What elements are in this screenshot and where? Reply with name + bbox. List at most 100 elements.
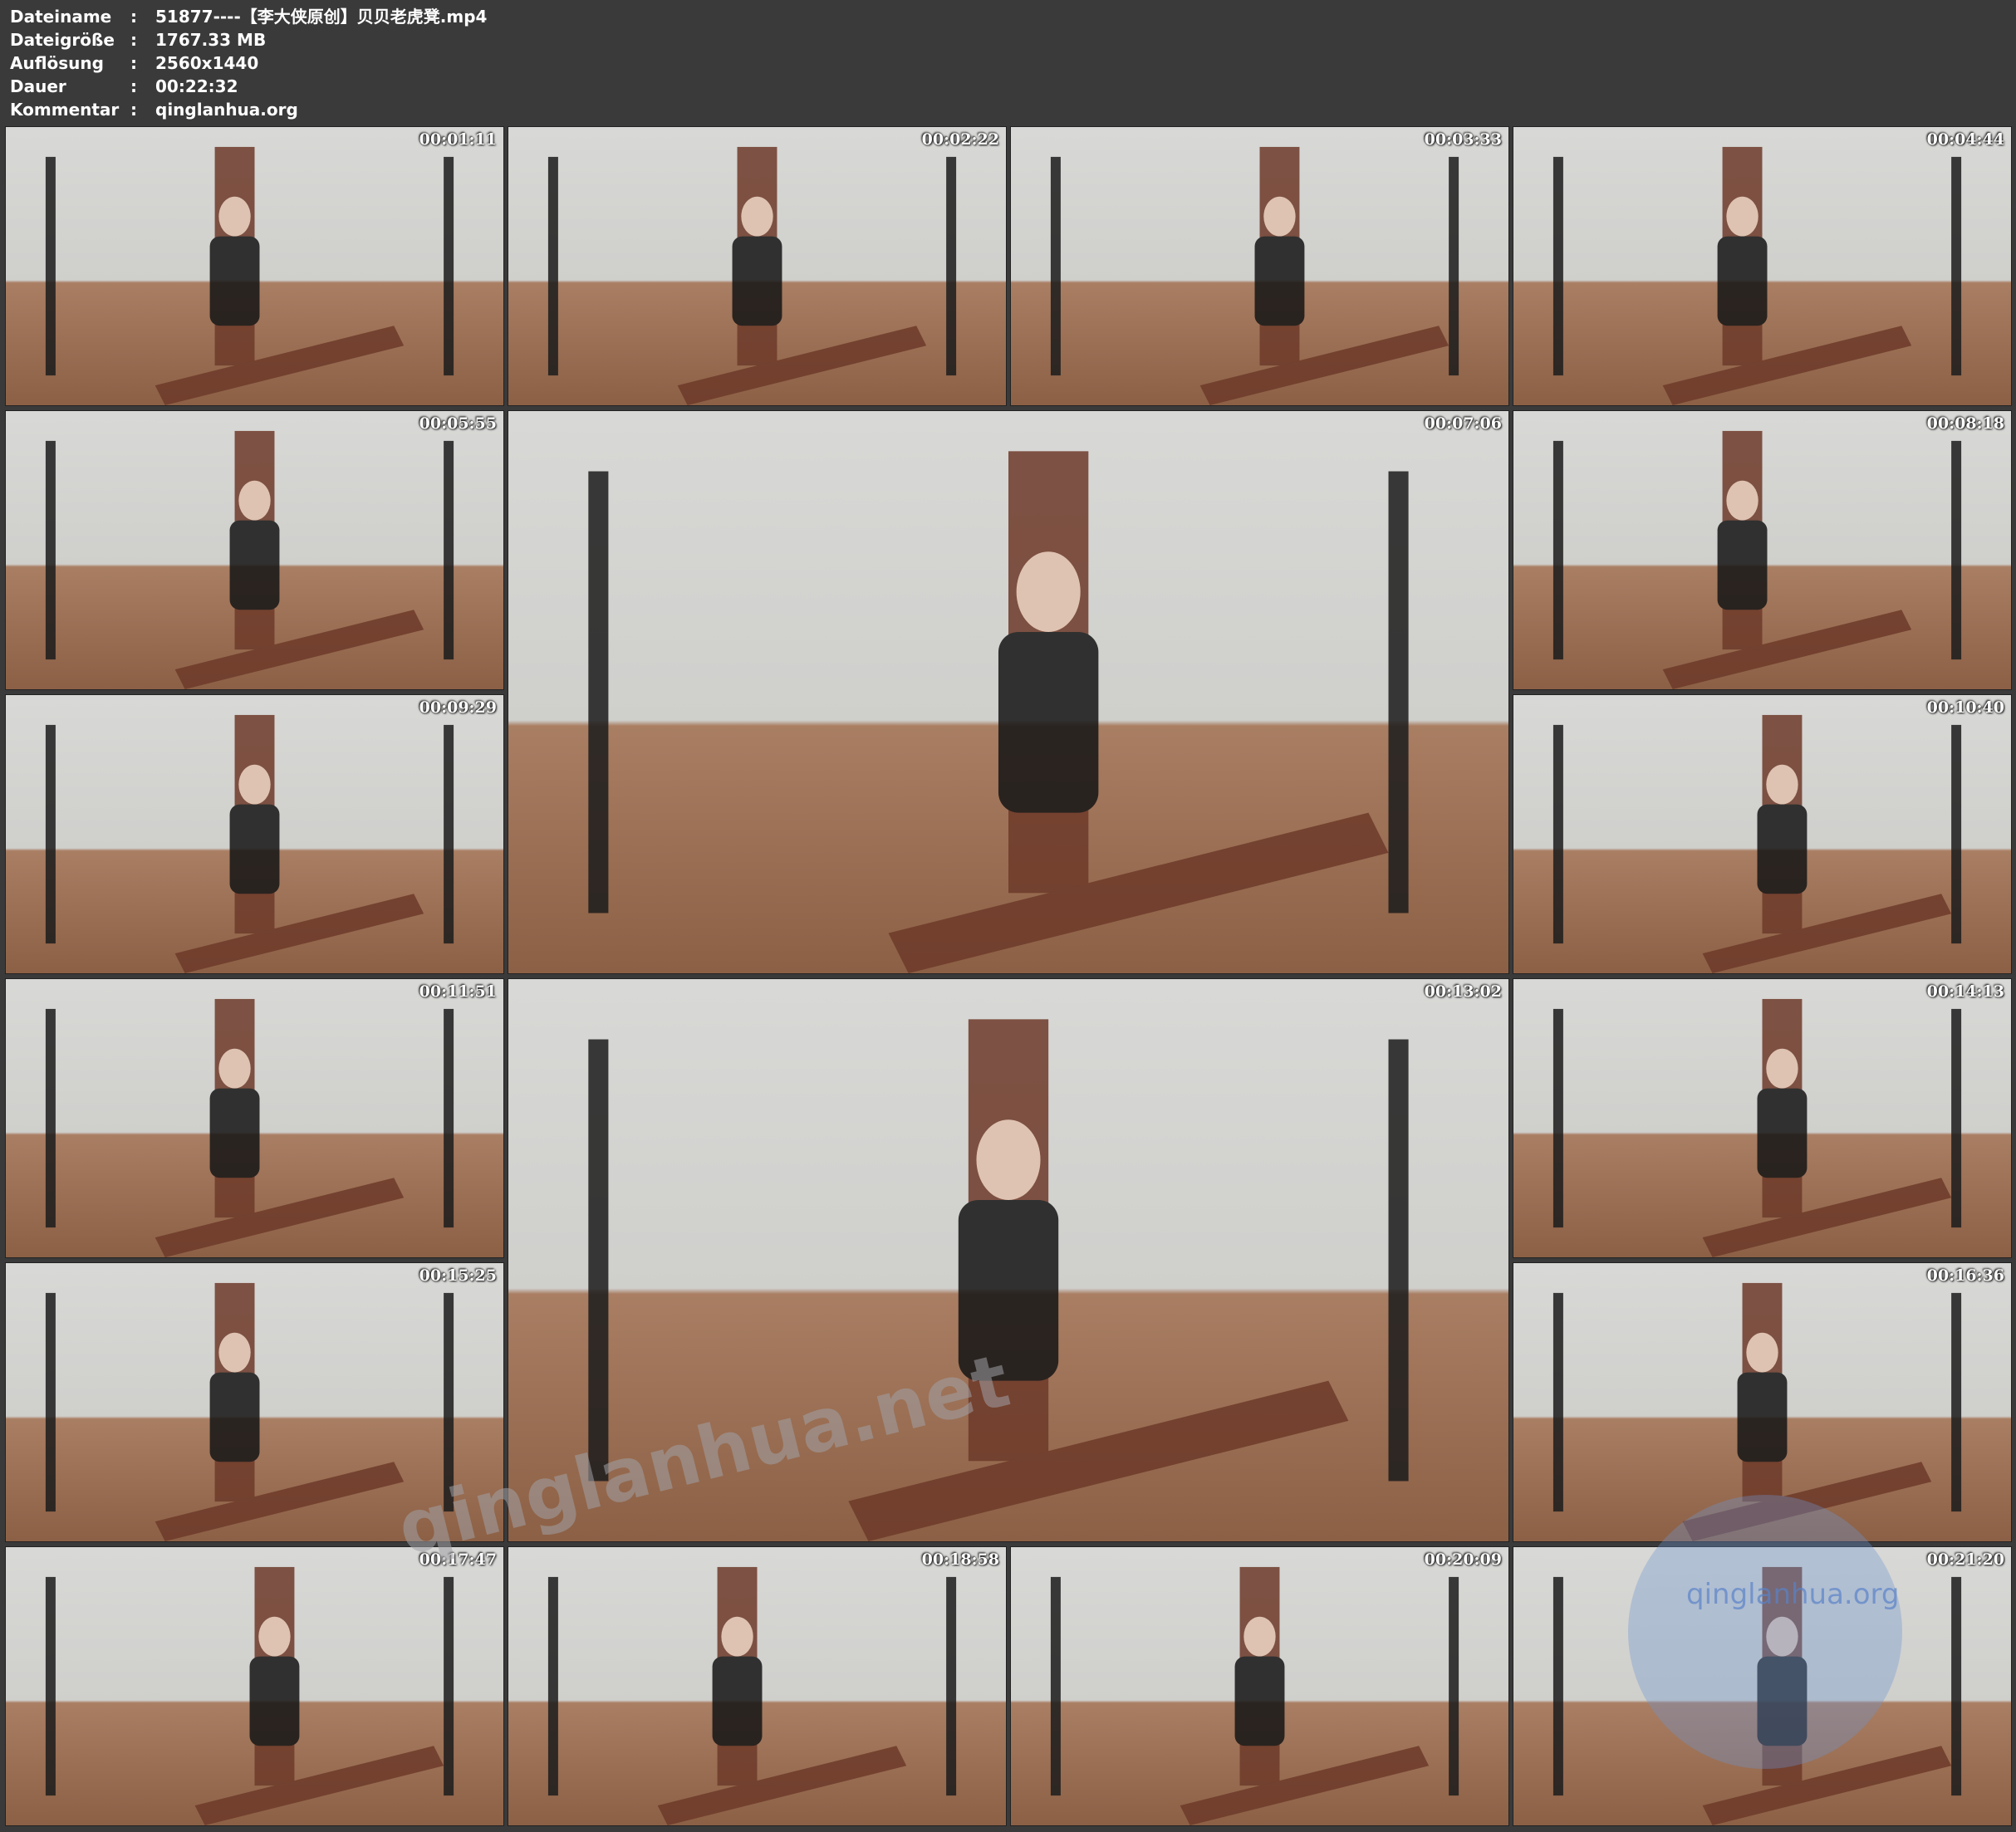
info-value: 51877----【李大侠原创】贝贝老虎凳.mp4 bbox=[155, 7, 488, 27]
figure-head bbox=[1746, 1332, 1778, 1373]
bench-board bbox=[1682, 1462, 1932, 1541]
frame-pole bbox=[45, 724, 56, 944]
video-thumbnail[interactable]: 00:09:29 bbox=[5, 694, 504, 974]
figure-head bbox=[1766, 1048, 1798, 1089]
timestamp-label: 00:16:36 bbox=[1926, 1266, 2004, 1285]
frame-pole bbox=[444, 1576, 454, 1796]
frame-pole bbox=[444, 1292, 454, 1512]
frame-pole bbox=[1552, 724, 1563, 944]
frame-pole bbox=[1449, 1576, 1459, 1796]
bench-board bbox=[1702, 1746, 1952, 1825]
scene-illustration bbox=[1552, 714, 1962, 973]
figure-head bbox=[218, 1332, 251, 1373]
figure-body bbox=[1757, 804, 1808, 894]
bench-board bbox=[677, 326, 927, 405]
video-thumbnail[interactable]: 00:05:55 bbox=[5, 410, 504, 690]
timestamp-label: 00:05:55 bbox=[419, 414, 497, 433]
info-label: Kommentar bbox=[10, 100, 120, 120]
figure-head bbox=[238, 480, 271, 521]
bench-board bbox=[194, 1746, 444, 1825]
timestamp-label: 00:13:02 bbox=[1424, 982, 1502, 1001]
scene-illustration bbox=[588, 1019, 1409, 1541]
video-thumbnail[interactable]: 00:02:22 bbox=[508, 126, 1007, 406]
frame-pole bbox=[45, 1576, 56, 1796]
frame-pole bbox=[444, 724, 454, 944]
video-thumbnail[interactable]: 00:17:47 bbox=[5, 1546, 504, 1826]
video-thumbnail-large[interactable]: 00:13:02 bbox=[508, 978, 1509, 1542]
frame-pole bbox=[444, 440, 454, 660]
figure-head bbox=[1766, 1616, 1798, 1657]
video-thumbnail[interactable]: 00:18:58 bbox=[508, 1546, 1007, 1826]
info-value: qinglanhua.org bbox=[155, 100, 298, 120]
scene-illustration bbox=[45, 1566, 454, 1825]
video-thumbnail[interactable]: 00:08:18 bbox=[1513, 410, 2012, 690]
figure-body bbox=[1757, 1088, 1808, 1178]
frame-pole bbox=[1552, 1292, 1563, 1512]
frame-pole bbox=[1552, 156, 1563, 376]
timestamp-label: 00:09:29 bbox=[419, 698, 497, 717]
video-thumbnail[interactable]: 00:01:11 bbox=[5, 126, 504, 406]
bench-board bbox=[155, 1178, 405, 1257]
timestamp-label: 00:02:22 bbox=[921, 130, 999, 149]
figure-head bbox=[1263, 196, 1296, 237]
frame-pole bbox=[946, 156, 957, 376]
video-thumbnail[interactable]: 00:21:20 bbox=[1513, 1546, 2012, 1826]
scene-illustration bbox=[1050, 146, 1459, 405]
figure-head bbox=[1016, 551, 1081, 632]
video-thumbnail[interactable]: 00:14:13 bbox=[1513, 978, 2012, 1258]
video-thumbnail[interactable]: 00:16:36 bbox=[1513, 1262, 2012, 1542]
scene-illustration bbox=[45, 430, 454, 689]
scene-illustration bbox=[1050, 1566, 1459, 1825]
frame-pole bbox=[1552, 1576, 1563, 1796]
timestamp-label: 00:21:20 bbox=[1926, 1550, 2004, 1569]
video-thumbnail[interactable]: 00:15:25 bbox=[5, 1262, 504, 1542]
figure-body bbox=[1717, 236, 1768, 326]
video-thumbnail[interactable]: 00:10:40 bbox=[1513, 694, 2012, 974]
info-colon: : bbox=[130, 30, 137, 50]
figure-head bbox=[1243, 1616, 1276, 1657]
bench-board bbox=[1662, 610, 1912, 689]
frame-pole bbox=[1050, 156, 1061, 376]
bench-board bbox=[155, 1462, 405, 1541]
video-thumbnail[interactable]: 00:04:44 bbox=[1513, 126, 2012, 406]
scene-illustration bbox=[1552, 1282, 1962, 1541]
bench-board bbox=[657, 1746, 907, 1825]
scene-illustration bbox=[1552, 1566, 1962, 1825]
file-info-header: Dateiname : 51877----【李大侠原创】贝贝老虎凳.mp4 Da… bbox=[10, 5, 1007, 121]
frame-pole bbox=[588, 1039, 609, 1482]
figure-head bbox=[721, 1616, 753, 1657]
info-colon: : bbox=[130, 53, 137, 73]
figure-head bbox=[1726, 480, 1758, 521]
timestamp-label: 00:18:58 bbox=[921, 1550, 999, 1569]
thumbnail-grid: 00:01:11 00:02:22 00:03:33 00:04:44 00:0… bbox=[5, 126, 2016, 1832]
info-row-filename: Dateiname : 51877----【李大侠原创】贝贝老虎凳.mp4 bbox=[10, 5, 1007, 28]
video-thumbnail[interactable]: 00:11:51 bbox=[5, 978, 504, 1258]
frame-pole bbox=[1050, 1576, 1061, 1796]
frame-pole bbox=[1552, 440, 1563, 660]
figure-head bbox=[1726, 196, 1758, 237]
figure-head bbox=[258, 1616, 291, 1657]
info-colon: : bbox=[130, 7, 137, 27]
figure-body bbox=[1757, 1656, 1808, 1746]
info-label: Dateiname bbox=[10, 7, 112, 27]
frame-pole bbox=[588, 471, 609, 914]
video-thumbnail[interactable]: 00:03:33 bbox=[1010, 126, 1509, 406]
frame-pole bbox=[1552, 1008, 1563, 1228]
info-value: 1767.33 MB bbox=[155, 30, 267, 50]
timestamp-label: 00:14:13 bbox=[1926, 982, 2004, 1001]
frame-pole bbox=[45, 1008, 56, 1228]
info-label: Dateigröße bbox=[10, 30, 115, 50]
figure-body bbox=[209, 1372, 260, 1462]
scene-illustration bbox=[45, 1282, 454, 1541]
info-row-comment: Kommentar : qinglanhua.org bbox=[10, 98, 1007, 121]
info-colon: : bbox=[130, 76, 137, 96]
video-thumbnail-large[interactable]: 00:07:06 bbox=[508, 410, 1509, 974]
figure-body bbox=[229, 520, 280, 610]
info-colon: : bbox=[130, 100, 137, 120]
video-thumbnail[interactable]: 00:20:09 bbox=[1010, 1546, 1509, 1826]
figure-body bbox=[1234, 1656, 1285, 1746]
scene-illustration bbox=[1552, 430, 1962, 689]
frame-pole bbox=[45, 156, 56, 376]
figure-head bbox=[238, 764, 271, 805]
timestamp-label: 00:01:11 bbox=[419, 130, 497, 149]
